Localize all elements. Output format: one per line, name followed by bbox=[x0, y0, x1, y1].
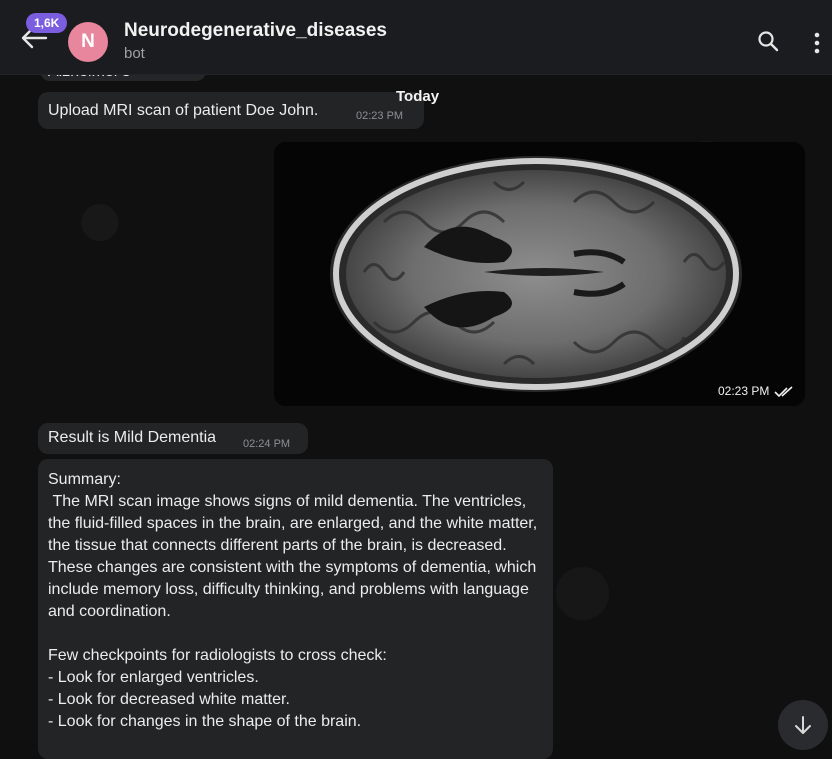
message-time: 02:24 PM bbox=[243, 438, 291, 450]
summary-message-bubble[interactable]: Summary: The MRI scan image shows signs … bbox=[38, 459, 553, 759]
more-vertical-icon[interactable] bbox=[812, 31, 822, 55]
chat-header: 1,6K N Neurodegenerative_diseases bot bbox=[0, 0, 832, 75]
chat-title[interactable]: Neurodegenerative_diseases bbox=[124, 20, 387, 42]
unread-count-badge: 1,6K bbox=[26, 13, 68, 33]
message-text: Upload MRI scan of patient Doe John. bbox=[48, 102, 319, 119]
message-text: Result is Mild Dementia bbox=[48, 429, 217, 446]
message-text: Summary: The MRI scan image shows signs … bbox=[48, 471, 538, 730]
double-check-icon bbox=[774, 385, 794, 398]
search-icon[interactable] bbox=[756, 29, 780, 53]
mri-scan-image bbox=[274, 142, 805, 406]
message-time: 02:23 PM bbox=[718, 384, 770, 398]
message-bubble[interactable]: Result is Mild Dementia 02:24 PM bbox=[38, 423, 308, 454]
message-bubble[interactable]: Upload MRI scan of patient Doe John. 02:… bbox=[38, 92, 424, 129]
date-separator: Today bbox=[396, 88, 440, 105]
chat-subtitle: bot bbox=[124, 45, 145, 62]
mri-image-message[interactable] bbox=[274, 142, 805, 406]
scroll-down-button[interactable] bbox=[778, 700, 828, 750]
avatar[interactable]: N bbox=[68, 22, 108, 62]
arrow-down-icon bbox=[795, 716, 811, 734]
message-time: 02:23 PM bbox=[356, 110, 404, 122]
